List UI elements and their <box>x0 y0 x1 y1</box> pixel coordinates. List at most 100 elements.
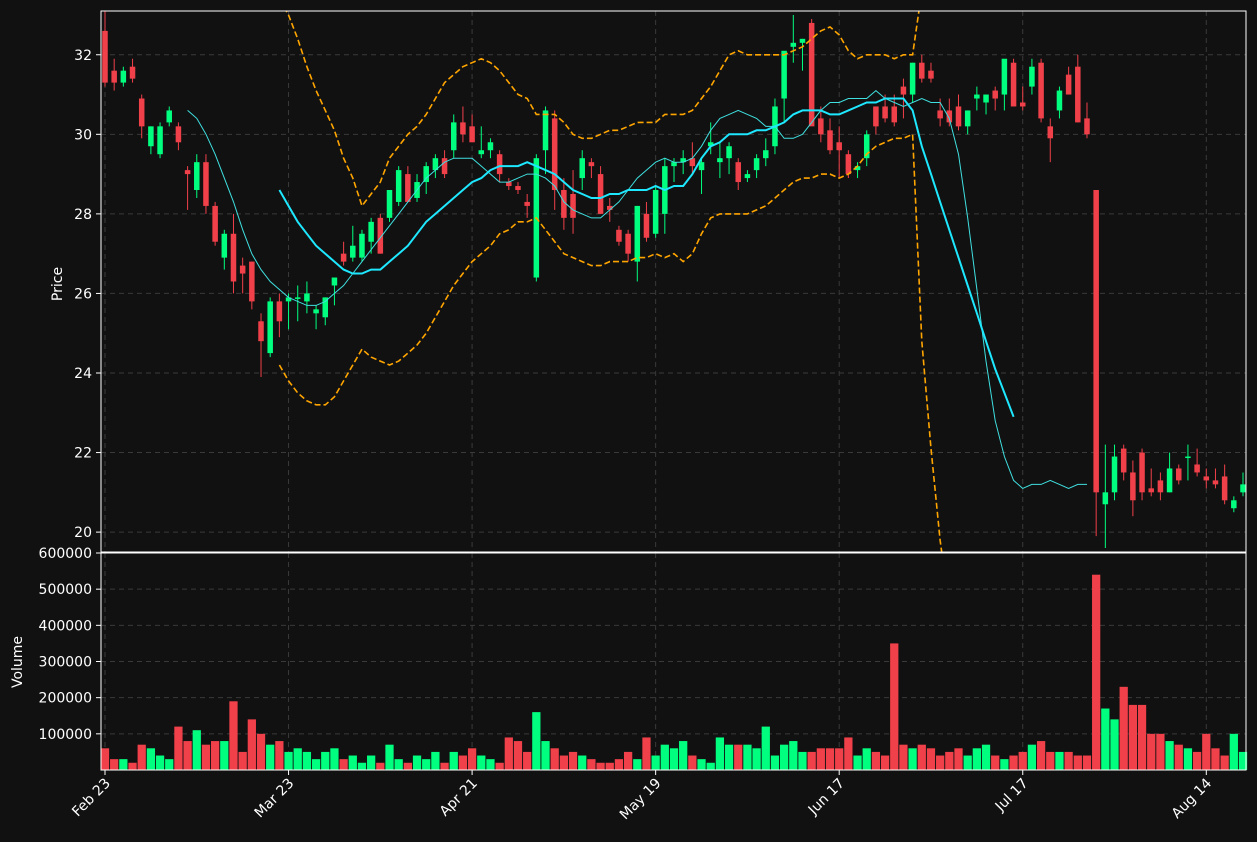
volume-bar <box>137 744 146 770</box>
candle <box>1038 58 1044 123</box>
volume-tick-label: 200000 <box>39 691 92 707</box>
volume-bar <box>1082 755 1092 770</box>
volume-bar <box>100 748 110 770</box>
volume-bar <box>321 751 330 770</box>
volume-bar <box>523 751 532 770</box>
volume-bar <box>688 755 697 770</box>
volume-bar <box>311 759 321 770</box>
volume-bar <box>210 741 220 770</box>
candle-body <box>1029 66 1035 87</box>
candle-body <box>937 110 943 119</box>
candle-body <box>405 174 411 202</box>
candle-body <box>928 70 934 79</box>
candle-body <box>1111 456 1118 493</box>
candle-body <box>946 110 953 123</box>
volume-bar <box>991 755 1000 770</box>
price-tick-label: 22 <box>74 446 92 462</box>
volume-bar <box>128 762 137 770</box>
candle-body <box>919 62 925 79</box>
candle-body <box>239 265 246 274</box>
candle-body <box>1084 118 1090 135</box>
candle-body <box>1157 480 1164 493</box>
volume-bar <box>266 744 275 770</box>
candle-body <box>294 297 301 299</box>
volume-bar <box>1110 719 1119 770</box>
volume-bar <box>1000 759 1009 770</box>
candle-body <box>671 162 677 167</box>
volume-bar <box>1018 751 1027 770</box>
candle-body <box>221 233 228 258</box>
volume-bar <box>1009 755 1018 770</box>
volume-bar <box>761 726 770 770</box>
candle-body <box>184 170 191 175</box>
volume-bar <box>229 701 238 770</box>
volume-bar <box>1192 751 1202 770</box>
candle-body <box>1231 500 1237 509</box>
volume-bar <box>1211 748 1220 770</box>
candle-body <box>1203 476 1210 481</box>
volume-bar <box>706 762 715 770</box>
volume-bar <box>1055 751 1064 770</box>
candle-body <box>350 245 356 258</box>
volume-bar <box>174 726 183 770</box>
candle-body <box>506 182 512 187</box>
volume-bar <box>394 759 403 770</box>
candle-body <box>891 106 898 123</box>
volume-bar <box>1128 704 1138 770</box>
volume-bar <box>541 741 550 770</box>
candle-body <box>1047 126 1054 139</box>
candle-body <box>744 174 751 179</box>
volume-bar <box>486 759 495 770</box>
volume-tick-label: 600000 <box>39 546 92 562</box>
candle-body <box>818 118 824 135</box>
volume-bar <box>201 744 211 770</box>
volume-tick-label: 500000 <box>39 582 92 598</box>
candle-body <box>781 50 787 99</box>
candle-body <box>1102 492 1109 505</box>
volume-bar <box>789 741 798 770</box>
volume-bar <box>880 755 890 770</box>
price-tick-label: 26 <box>74 286 92 302</box>
candle-body <box>175 126 182 143</box>
candle-body <box>1056 90 1063 111</box>
candle-body <box>1120 448 1127 473</box>
chart-background <box>0 0 1257 842</box>
volume-bar <box>642 737 651 770</box>
candle-body <box>460 122 466 135</box>
volume-bar <box>568 751 578 770</box>
candle-body <box>368 221 374 242</box>
candle-body <box>836 142 842 151</box>
candle-body <box>753 158 760 171</box>
price-tick-label: 20 <box>74 525 92 541</box>
candle-body <box>634 205 641 262</box>
candle-body <box>542 110 549 151</box>
volume-bar <box>633 759 642 770</box>
candle-body <box>625 233 631 254</box>
candle-body <box>395 170 402 202</box>
volume-bar <box>798 751 807 770</box>
volume-bar <box>1092 574 1101 770</box>
volume-bar <box>981 744 991 770</box>
volume-bar <box>247 719 256 770</box>
candle-body <box>616 229 622 242</box>
candle <box>267 297 273 358</box>
volume-bar <box>623 751 633 770</box>
candle-body <box>882 106 888 119</box>
candle-body <box>1212 480 1219 485</box>
volume-bar <box>192 730 201 770</box>
volume-bar <box>431 751 440 770</box>
candle-body <box>551 118 558 191</box>
price-tick-label: 30 <box>74 127 92 143</box>
candle-body <box>570 193 576 218</box>
candle-body <box>331 277 338 286</box>
volume-bar <box>926 748 936 770</box>
volume-bar <box>1064 751 1073 770</box>
volume-tick-label: 100000 <box>39 727 92 743</box>
volume-bar <box>660 744 669 770</box>
candle-body <box>1019 102 1026 107</box>
candle-body <box>148 126 154 147</box>
candle-body <box>469 126 475 143</box>
candle-body <box>138 98 145 127</box>
candle-body <box>1240 484 1246 493</box>
volume-bar <box>284 751 293 770</box>
